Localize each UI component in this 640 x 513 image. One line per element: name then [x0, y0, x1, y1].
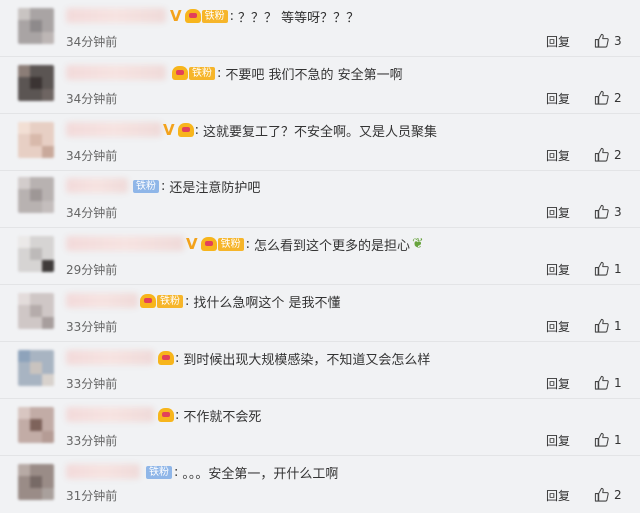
- avatar[interactable]: [18, 177, 54, 213]
- username[interactable]: [66, 350, 154, 365]
- comment-text: 这就要复工了？不安全啊。又是人员聚集: [203, 124, 438, 140]
- avatar[interactable]: [18, 350, 54, 386]
- comment-text: 到时候出现大规模感染，不知道又会怎么样: [183, 352, 431, 368]
- comment-item: 铁粉 : 还是注意防护吧 34分钟前 回复 3: [0, 171, 640, 228]
- like-button[interactable]: 2: [594, 90, 622, 105]
- comment-item: 铁粉 : 不要吧 我们不急的 安全第一啊 34分钟前 回复 2: [0, 57, 640, 114]
- like-button[interactable]: 1: [594, 318, 622, 333]
- comment-item: : 不作就不会死 33分钟前 回复 1: [0, 399, 640, 456]
- fan-badge: 铁粉: [189, 66, 215, 80]
- comment-text: 怎么看到这个更多的是担心: [254, 238, 411, 254]
- comment-text: 还是注意防护吧: [169, 180, 261, 196]
- avatar[interactable]: [18, 407, 54, 443]
- avatar[interactable]: [18, 236, 54, 272]
- avatar[interactable]: [18, 464, 54, 500]
- reply-button[interactable]: 回复: [546, 204, 570, 221]
- reply-button[interactable]: 回复: [546, 147, 570, 164]
- verified-icon: V: [170, 7, 182, 25]
- fan-badge: 铁粉: [217, 237, 244, 251]
- like-count: 1: [614, 432, 622, 447]
- fan-badge: 铁粉: [133, 179, 159, 193]
- comment-text: ？？？ 等等呀？？？: [238, 10, 360, 26]
- comment-item: V : 这就要复工了？不安全啊。又是人员聚集 34分钟前 回复 2: [0, 114, 640, 171]
- crown-icon: [158, 351, 174, 365]
- like-count: 2: [614, 90, 622, 105]
- username[interactable]: [66, 236, 184, 251]
- comment-text: 。。。安全第一，开什么工啊: [182, 466, 339, 482]
- avatar[interactable]: [18, 65, 54, 101]
- comment-item: 铁粉 : 找什么急啊这个 是我不懂 33分钟前 回复 1: [0, 285, 640, 342]
- avatar[interactable]: [18, 293, 54, 329]
- comment-time: 34分钟前: [66, 206, 118, 220]
- like-count: 1: [614, 261, 622, 276]
- comment-item: : 到时候出现大规模感染，不知道又会怎么样 33分钟前 回复 1: [0, 342, 640, 399]
- comment-time: 29分钟前: [66, 263, 118, 277]
- like-button[interactable]: 2: [594, 147, 622, 162]
- like-count: 2: [614, 147, 622, 162]
- comment-item: V 铁粉 : 怎么看到这个更多的是担心 ❦ 29分钟前 回复 1: [0, 228, 640, 285]
- like-count: 1: [614, 375, 622, 390]
- comment-time: 33分钟前: [66, 377, 118, 391]
- comment-time: 31分钟前: [66, 489, 118, 503]
- reply-button[interactable]: 回复: [546, 432, 570, 449]
- comment-time: 33分钟前: [66, 434, 118, 448]
- thumbs-up-icon: [594, 375, 609, 390]
- like-count: 3: [614, 33, 622, 48]
- thumbs-up-icon: [594, 147, 609, 162]
- username[interactable]: [66, 293, 138, 308]
- username[interactable]: [66, 407, 154, 422]
- comment-text: 找什么急啊这个 是我不懂: [193, 295, 341, 311]
- thumbs-up-icon: [594, 33, 609, 48]
- crown-icon: [140, 294, 156, 308]
- username[interactable]: [66, 178, 128, 193]
- comment-item: 铁粉 : 。。。安全第一，开什么工啊 31分钟前 回复 2: [0, 456, 640, 513]
- reply-button[interactable]: 回复: [546, 261, 570, 278]
- like-button[interactable]: 1: [594, 375, 622, 390]
- reply-button[interactable]: 回复: [546, 318, 570, 335]
- reply-button[interactable]: 回复: [546, 487, 570, 504]
- reply-button[interactable]: 回复: [546, 90, 570, 107]
- comment-text: 不要吧 我们不急的 安全第一啊: [225, 67, 403, 83]
- thumbs-up-icon: [594, 487, 609, 502]
- verified-icon: V: [186, 235, 198, 253]
- thumbs-up-icon: [594, 261, 609, 276]
- reply-button[interactable]: 回复: [546, 375, 570, 392]
- avatar[interactable]: [18, 122, 54, 158]
- leaf-emoji-icon: ❦: [412, 236, 424, 252]
- like-count: 2: [614, 487, 622, 502]
- fan-badge: 铁粉: [157, 294, 183, 308]
- thumbs-up-icon: [594, 432, 609, 447]
- like-button[interactable]: 2: [594, 487, 622, 502]
- crown-icon: [172, 66, 188, 80]
- like-button[interactable]: 3: [594, 33, 622, 48]
- comment-item: V 铁粉 : ？？？ 等等呀？？？ 34分钟前 回复 3: [0, 0, 640, 57]
- comment-time: 34分钟前: [66, 92, 118, 106]
- like-button[interactable]: 1: [594, 261, 622, 276]
- comment-time: 34分钟前: [66, 149, 118, 163]
- fan-badge: 铁粉: [201, 9, 228, 23]
- username[interactable]: [66, 122, 162, 137]
- like-button[interactable]: 3: [594, 204, 622, 219]
- username[interactable]: [66, 464, 140, 479]
- crown-icon: [177, 123, 194, 137]
- thumbs-up-icon: [594, 318, 609, 333]
- reply-button[interactable]: 回复: [546, 33, 570, 50]
- comment-time: 33分钟前: [66, 320, 118, 334]
- comment-text: 不作就不会死: [183, 409, 262, 425]
- thumbs-up-icon: [594, 90, 609, 105]
- fan-badge: 铁粉: [146, 465, 172, 479]
- comment-time: 34分钟前: [66, 35, 118, 49]
- like-button[interactable]: 1: [594, 432, 622, 447]
- crown-icon: [200, 237, 217, 251]
- username[interactable]: [66, 8, 166, 23]
- avatar[interactable]: [18, 8, 54, 44]
- crown-icon: [158, 408, 174, 422]
- verified-icon: V: [163, 121, 175, 139]
- username[interactable]: [66, 65, 166, 80]
- thumbs-up-icon: [594, 204, 609, 219]
- like-count: 1: [614, 318, 622, 333]
- like-count: 3: [614, 204, 622, 219]
- crown-icon: [184, 9, 201, 23]
